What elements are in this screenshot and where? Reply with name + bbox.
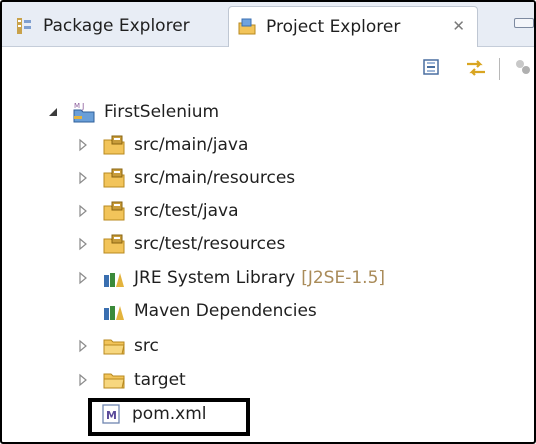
tab-project-explorer[interactable]: Project Explorer ✕ — [228, 6, 478, 47]
source-folder-icon — [103, 135, 125, 155]
expanded-twisty-icon[interactable] — [46, 105, 60, 119]
collapsed-twisty-icon[interactable] — [76, 373, 90, 387]
collapsed-twisty-icon[interactable] — [76, 271, 90, 285]
tree-item-label: src/test/resources — [134, 234, 286, 254]
tree-item[interactable]: src/main/resources — [76, 164, 295, 192]
close-icon[interactable]: ✕ — [452, 17, 465, 35]
project-explorer-view: Package Explorer Project Explorer ✕ M J … — [0, 0, 536, 444]
tab-project-explorer-label: Project Explorer — [266, 17, 401, 37]
tree-item[interactable]: target — [76, 366, 186, 394]
link-with-editor-icon[interactable] — [464, 56, 488, 80]
package-explorer-icon — [17, 18, 31, 34]
view-toolbar — [2, 52, 534, 88]
tree-item-label: JRE System Library — [134, 268, 296, 288]
maven-project-icon: M J — [73, 102, 95, 123]
collapsed-twisty-icon[interactable] — [76, 237, 90, 251]
view-menu-icon[interactable] — [512, 56, 536, 80]
tree-item-label: src/main/resources — [134, 168, 296, 188]
collapse-all-icon[interactable] — [420, 56, 444, 80]
folder-icon — [103, 339, 125, 355]
tree-item[interactable]: Maven Dependencies — [102, 297, 317, 325]
tree-item[interactable]: src/test/resources — [76, 230, 285, 258]
folder-icon — [103, 373, 125, 389]
collapsed-twisty-icon[interactable] — [76, 339, 90, 353]
tree-item-label: Maven Dependencies — [134, 301, 317, 321]
tab-package-explorer[interactable]: Package Explorer — [6, 6, 228, 46]
library-icon — [104, 306, 124, 320]
collapsed-twisty-icon[interactable] — [76, 171, 90, 185]
highlight-box — [88, 398, 250, 436]
project-label: FirstSelenium — [104, 102, 220, 122]
tree-item-label: src/test/java — [134, 201, 239, 221]
tree-item-project[interactable]: M J FirstSelenium — [46, 98, 219, 126]
tree-item[interactable]: src/main/java — [76, 131, 248, 159]
tree-item-label: src/main/java — [134, 135, 249, 155]
collapsed-twisty-icon[interactable] — [76, 138, 90, 152]
tab-package-explorer-label: Package Explorer — [43, 16, 190, 36]
source-folder-icon — [103, 201, 125, 221]
jre-version-suffix: [J2SE-1.5] — [301, 268, 386, 288]
toolbar-separator — [499, 58, 500, 80]
tree-item-label: src — [134, 336, 159, 356]
tree-item[interactable]: src — [76, 332, 159, 360]
tree-item-label: target — [134, 370, 186, 390]
source-folder-icon — [103, 168, 125, 188]
tab-strip: Package Explorer Project Explorer ✕ — [2, 2, 534, 47]
tree-item[interactable]: JRE System Library [J2SE-1.5] — [76, 264, 385, 292]
svg-text:J: J — [81, 102, 84, 111]
minimize-icon[interactable] — [514, 18, 534, 28]
svg-text:M: M — [74, 102, 80, 110]
source-folder-icon — [103, 234, 125, 254]
tree-item[interactable]: src/test/java — [76, 197, 239, 225]
project-explorer-icon — [238, 18, 256, 35]
collapsed-twisty-icon[interactable] — [76, 204, 90, 218]
library-icon — [104, 273, 124, 287]
